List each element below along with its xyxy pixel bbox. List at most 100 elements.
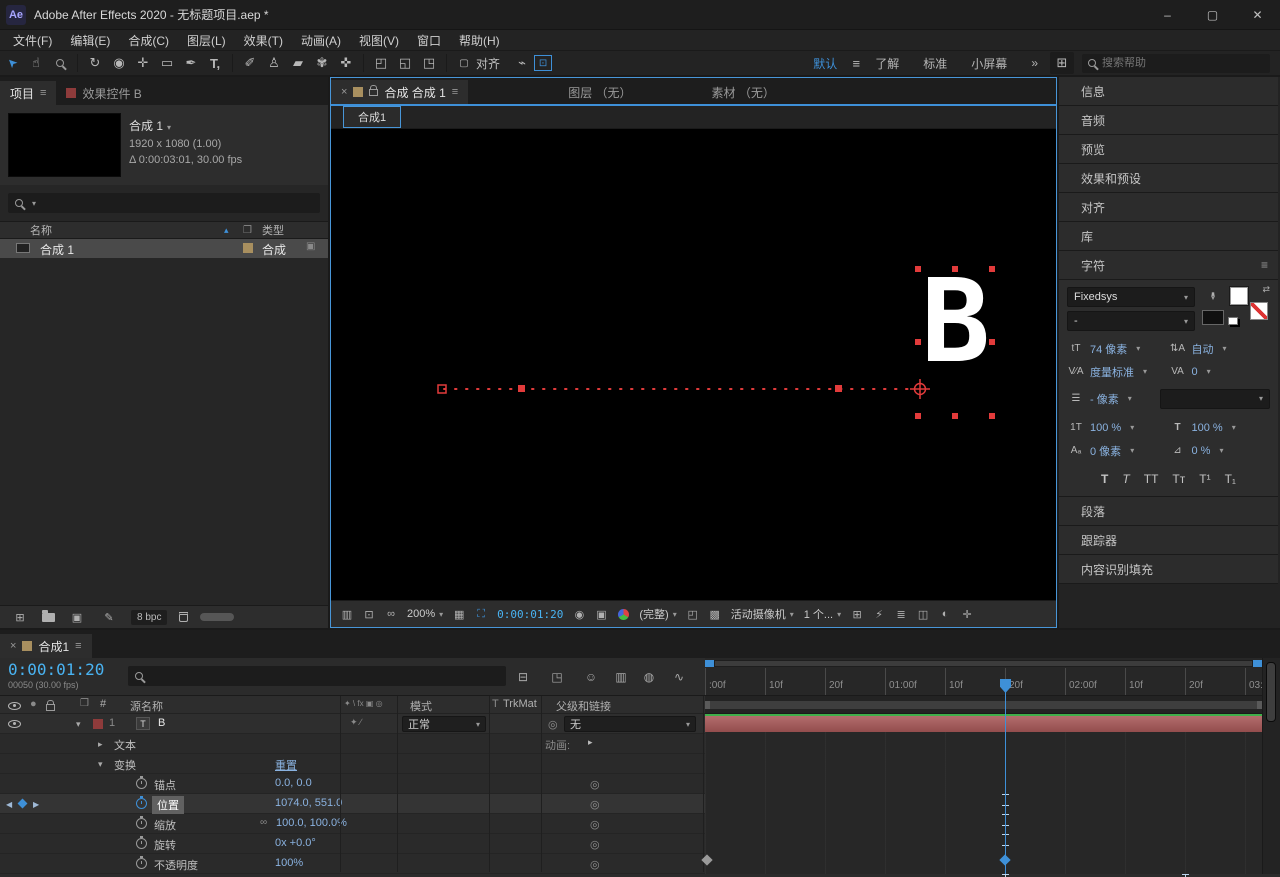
menu-composition[interactable]: 合成(C) [119, 32, 178, 49]
search-options-caret[interactable]: ▾ [32, 199, 36, 208]
panel-preview[interactable]: 预览 [1059, 135, 1278, 164]
selection-handle[interactable] [915, 339, 921, 345]
stopwatch-icon-active[interactable] [136, 796, 147, 809]
interpret-footage-icon[interactable]: ⊞ [10, 608, 30, 626]
layer-duration-bar[interactable] [705, 716, 1262, 732]
clone-stamp-tool[interactable]: ♙ [262, 52, 286, 74]
text-group-row[interactable]: ▸ 文本 动画: ▸ [0, 734, 705, 754]
project-item-name[interactable]: 合成 1 [40, 241, 74, 258]
faux-italic-button[interactable]: T [1122, 472, 1129, 486]
tsume-value[interactable]: 0 % [1192, 445, 1211, 457]
help-search[interactable] [1082, 53, 1270, 73]
zoom-tool[interactable] [48, 52, 72, 74]
column-divider[interactable] [397, 696, 398, 872]
help-search-input[interactable] [1102, 57, 1242, 69]
timeline-button-icon[interactable]: ≣ [891, 605, 911, 623]
layer-row[interactable]: ▾ 1 T B ✦ ∕ 正常 ▾ ◎ 无 ▾ [0, 714, 705, 734]
exposure-adjust-icon[interactable]: ✛ [957, 605, 977, 623]
project-item-row[interactable]: 合成 1 合成 ▣ [0, 239, 328, 258]
view-options-icon[interactable]: ∞ [381, 605, 401, 623]
fill-stroke-swatches[interactable]: ⇄ [1228, 284, 1270, 325]
magnification-select[interactable]: 200% ▾ [403, 608, 447, 620]
menu-view[interactable]: 视图(V) [350, 32, 408, 49]
property-name[interactable]: 旋转 [154, 837, 176, 853]
panel-menu-icon[interactable]: ≡ [1261, 258, 1268, 272]
world-axis-mode-icon[interactable]: ◱ [393, 52, 417, 74]
property-value[interactable]: 100% [275, 857, 303, 869]
navigator-end-handle[interactable] [1253, 660, 1262, 667]
panel-effects-presets[interactable]: 效果和预设 [1059, 164, 1278, 193]
group-name[interactable]: 变换 [114, 757, 136, 773]
panel-libraries[interactable]: 库 [1059, 222, 1278, 251]
stroke-color-swatch[interactable] [1250, 302, 1268, 320]
tracking-value[interactable]: 0 [1192, 366, 1198, 378]
keyframe-at-time-icon[interactable] [17, 798, 28, 809]
workspace-learn[interactable]: 了解 [863, 55, 911, 72]
panel-menu-icon[interactable]: ≡ [40, 87, 46, 99]
column-divider[interactable] [340, 696, 341, 872]
panel-content-aware-fill[interactable]: 内容识别填充 [1059, 555, 1278, 584]
workspace-standard[interactable]: 标准 [911, 55, 959, 72]
subscript-button[interactable]: T₁ [1225, 472, 1236, 486]
menu-help[interactable]: 帮助(H) [450, 32, 509, 49]
brush-tool[interactable]: ✐ [238, 52, 262, 74]
stroke-over-fill-select[interactable]: ▾ [1160, 388, 1270, 409]
motion-blur-icon[interactable]: ◍ [638, 668, 660, 686]
column-divider[interactable] [541, 696, 542, 872]
menu-layer[interactable]: 图层(L) [178, 32, 235, 49]
mode-column-header[interactable]: 模式 [410, 698, 432, 714]
tab-composition-viewer[interactable]: × 合成 合成 1 ≡ [331, 80, 469, 104]
workspace-small-screen[interactable]: 小屏幕 [959, 55, 1019, 72]
workspace-default[interactable]: 默认 [801, 55, 849, 72]
viewer-timecode[interactable]: 0:00:01:20 [493, 608, 567, 621]
animate-menu-icon[interactable]: ▸ [588, 737, 593, 748]
current-time-display[interactable]: 0:00:01:20 [8, 660, 104, 679]
work-area-bar[interactable] [705, 696, 1262, 714]
all-caps-button[interactable]: TT [1144, 472, 1159, 486]
graph-editor-icon[interactable]: ∿ [668, 668, 690, 686]
transform-reset-link[interactable]: 重置 [275, 757, 297, 773]
layer-switches[interactable]: ✦ ∕ [350, 717, 362, 728]
menu-edit[interactable]: 编辑(E) [61, 32, 119, 49]
property-pickwhip-icon[interactable]: ◎ [590, 778, 600, 791]
local-axis-mode-icon[interactable]: ◰ [369, 52, 393, 74]
property-name[interactable]: 缩放 [154, 817, 176, 833]
tab-footage-viewer[interactable]: 素材 （无） [702, 80, 785, 104]
camera-tool[interactable]: ◉ [107, 52, 131, 74]
track-rows[interactable] [701, 714, 1262, 877]
stopwatch-icon[interactable] [136, 776, 147, 789]
position-row[interactable]: ◀ ▶ 位置 1074.0, 551.0 ◎ [0, 794, 705, 814]
view-axis-mode-icon[interactable]: ◳ [417, 52, 441, 74]
font-family-select[interactable]: Fixedsys ▾ [1067, 287, 1195, 307]
panel-info[interactable]: 信息 [1059, 77, 1278, 106]
stroke-style-swatch[interactable] [1202, 310, 1224, 325]
timeline-search[interactable] [128, 666, 506, 686]
lock-panel-icon[interactable] [369, 84, 379, 96]
navigator-start-handle[interactable] [705, 660, 714, 667]
reset-exposure-icon[interactable]: ◐ [935, 605, 955, 623]
project-bit-depth[interactable]: 8 bpc [131, 609, 168, 625]
baseline-shift-value[interactable]: 0 像素 [1090, 443, 1121, 459]
menu-animation[interactable]: 动画(A) [292, 32, 350, 49]
stopwatch-icon[interactable] [136, 856, 147, 869]
type-column-header[interactable]: 类型 [262, 222, 284, 238]
maximize-button[interactable]: ▢ [1190, 0, 1235, 30]
item-label-color[interactable] [243, 243, 253, 253]
eraser-tool[interactable]: ▰ [286, 52, 310, 74]
group-name[interactable]: 文本 [114, 737, 136, 753]
transparency-grid-icon[interactable]: ▩ [705, 605, 725, 623]
type-tool[interactable]: T, [203, 52, 227, 74]
selection-handle[interactable] [915, 266, 921, 272]
timeline-navigator[interactable] [705, 660, 1262, 667]
panel-align[interactable]: 对齐 [1059, 193, 1278, 222]
close-tab-icon[interactable]: × [341, 86, 347, 98]
selection-handle[interactable] [989, 266, 995, 272]
project-list-empty[interactable] [0, 258, 328, 605]
pixel-aspect-icon[interactable]: ⊞ [847, 605, 867, 623]
sort-arrow-icon[interactable]: ▴ [224, 225, 229, 236]
faux-bold-button[interactable]: T [1101, 472, 1108, 486]
horizontal-scrollbar-thumb[interactable] [200, 613, 235, 621]
selection-handle[interactable] [952, 413, 958, 419]
transform-group-row[interactable]: ▾ 变换 重置 [0, 754, 705, 774]
mini-flowchart-icon[interactable]: ⊟ [512, 668, 534, 686]
